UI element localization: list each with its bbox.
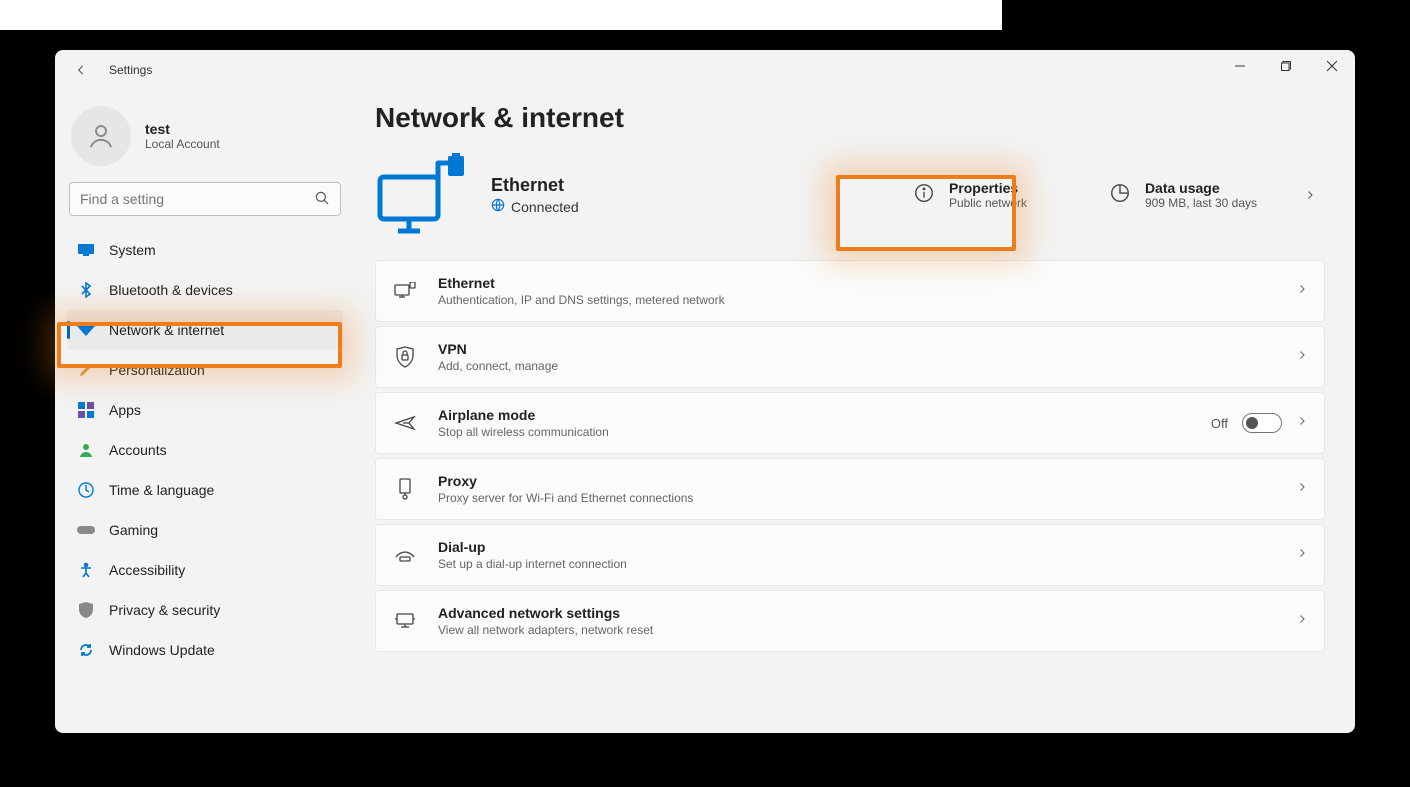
chevron-right-icon [1296, 282, 1308, 300]
user-block[interactable]: test Local Account [67, 100, 343, 182]
row-sub: Stop all wireless communication [438, 425, 609, 439]
back-button[interactable] [69, 58, 93, 82]
gamepad-icon [77, 524, 95, 536]
globe-clock-icon [77, 482, 95, 498]
bluetooth-icon [77, 282, 95, 298]
sidebar-item-time-language[interactable]: Time & language [67, 470, 343, 510]
advanced-network-icon [392, 612, 418, 630]
data-usage-expand[interactable] [1295, 180, 1325, 210]
row-sub: View all network adapters, network reset [438, 623, 653, 637]
sidebar-item-label: Apps [109, 402, 141, 418]
info-icon [913, 182, 935, 209]
sidebar-item-system[interactable]: System [67, 230, 343, 270]
user-name: test [145, 121, 220, 137]
airplane-icon [392, 413, 418, 433]
sidebar-item-windows-update[interactable]: Windows Update [67, 630, 343, 670]
sidebar-item-label: Bluetooth & devices [109, 282, 233, 298]
globe-icon [491, 198, 505, 215]
sidebar-item-label: Time & language [109, 482, 214, 498]
sidebar-item-accessibility[interactable]: Accessibility [67, 550, 343, 590]
properties-title: Properties [949, 180, 1027, 196]
accessibility-icon [77, 562, 95, 578]
maximize-button[interactable] [1263, 50, 1309, 82]
row-sub: Proxy server for Wi-Fi and Ethernet conn… [438, 491, 693, 505]
nav-list: System Bluetooth & devices Network & int… [67, 230, 343, 670]
apps-icon [77, 402, 95, 418]
search-box[interactable] [69, 182, 341, 216]
page-title: Network & internet [375, 102, 1325, 134]
row-dialup[interactable]: Dial-up Set up a dial-up internet connec… [375, 524, 1325, 586]
row-title: Ethernet [438, 275, 725, 291]
row-title: VPN [438, 341, 558, 357]
search-icon [313, 189, 331, 212]
sidebar-item-privacy[interactable]: Privacy & security [67, 590, 343, 630]
row-title: Proxy [438, 473, 693, 489]
settings-window: Settings test Local Account [55, 50, 1355, 733]
row-advanced-network[interactable]: Advanced network settings View all netwo… [375, 590, 1325, 652]
row-airplane-mode[interactable]: Airplane mode Stop all wireless communic… [375, 392, 1325, 454]
sidebar-item-personalization[interactable]: Personalization [67, 350, 343, 390]
proxy-icon [392, 478, 418, 500]
update-icon [77, 642, 95, 658]
sidebar-item-gaming[interactable]: Gaming [67, 510, 343, 550]
sidebar-item-label: Network & internet [109, 322, 224, 338]
person-icon [77, 442, 95, 458]
data-usage-sub: 909 MB, last 30 days [1145, 196, 1257, 210]
chevron-right-icon [1296, 546, 1308, 564]
chevron-right-icon [1296, 612, 1308, 630]
wifi-icon [77, 323, 95, 337]
airplane-mode-toggle[interactable] [1242, 413, 1282, 433]
properties-sub: Public network [949, 196, 1027, 210]
paintbrush-icon [77, 362, 95, 378]
row-title: Airplane mode [438, 407, 609, 423]
sidebar-item-label: Personalization [109, 362, 205, 378]
connection-status: Connected [511, 199, 579, 215]
properties-card[interactable]: Properties Public network [901, 172, 1071, 218]
window-title: Settings [109, 63, 152, 77]
user-account-type: Local Account [145, 137, 220, 151]
row-sub: Add, connect, manage [438, 359, 558, 373]
sidebar: test Local Account System Bluetooth & de… [55, 90, 355, 733]
row-vpn[interactable]: VPN Add, connect, manage [375, 326, 1325, 388]
dialup-icon [392, 547, 418, 563]
main-content: Network & internet Ethernet [355, 90, 1355, 733]
sidebar-item-label: Gaming [109, 522, 158, 538]
sidebar-item-label: Accessibility [109, 562, 185, 578]
row-sub: Set up a dial-up internet connection [438, 557, 627, 571]
network-hero: Ethernet Connected Properties Public net… [375, 152, 1325, 238]
toggle-label: Off [1211, 416, 1228, 431]
shield-icon [77, 602, 95, 618]
sidebar-item-accounts[interactable]: Accounts [67, 430, 343, 470]
row-ethernet[interactable]: Ethernet Authentication, IP and DNS sett… [375, 260, 1325, 322]
sidebar-item-label: Accounts [109, 442, 167, 458]
row-sub: Authentication, IP and DNS settings, met… [438, 293, 725, 307]
ethernet-icon [392, 282, 418, 300]
settings-rows: Ethernet Authentication, IP and DNS sett… [375, 260, 1325, 652]
sidebar-item-bluetooth[interactable]: Bluetooth & devices [67, 270, 343, 310]
pie-chart-icon [1109, 182, 1131, 209]
search-input[interactable] [69, 182, 341, 216]
sidebar-item-network[interactable]: Network & internet [67, 310, 343, 350]
avatar [71, 106, 131, 166]
monitor-icon [77, 244, 95, 256]
sidebar-item-label: Privacy & security [109, 602, 220, 618]
vpn-shield-icon [392, 346, 418, 368]
row-title: Dial-up [438, 539, 627, 555]
row-title: Advanced network settings [438, 605, 653, 621]
data-usage-title: Data usage [1145, 180, 1257, 196]
chevron-right-icon [1296, 480, 1308, 498]
chevron-right-icon [1296, 414, 1308, 432]
ethernet-monitor-icon [375, 152, 467, 238]
data-usage-card[interactable]: Data usage 909 MB, last 30 days [1097, 172, 1269, 218]
sidebar-item-apps[interactable]: Apps [67, 390, 343, 430]
close-button[interactable] [1309, 50, 1355, 82]
title-bar: Settings [55, 50, 1355, 90]
row-proxy[interactable]: Proxy Proxy server for Wi-Fi and Etherne… [375, 458, 1325, 520]
sidebar-item-label: System [109, 242, 156, 258]
sidebar-item-label: Windows Update [109, 642, 215, 658]
connection-name: Ethernet [491, 175, 579, 196]
minimize-button[interactable] [1217, 50, 1263, 82]
chevron-right-icon [1296, 348, 1308, 366]
